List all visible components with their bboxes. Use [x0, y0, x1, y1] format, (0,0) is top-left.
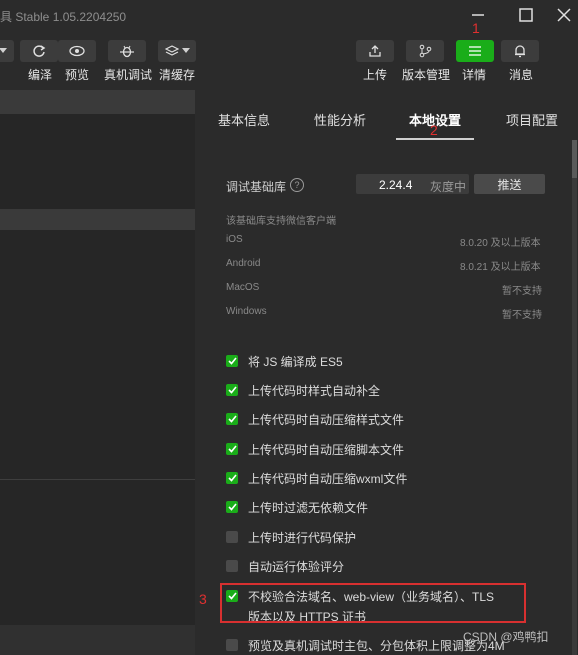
compile-label: 编泽 [28, 68, 53, 82]
setting-code-protect[interactable]: 上传时进行代码保护 [226, 529, 356, 545]
checkbox-unchecked[interactable] [226, 560, 238, 572]
checkmark-icon [227, 474, 237, 482]
active-tab-indicator [396, 138, 474, 140]
close-button[interactable] [553, 4, 575, 26]
checkbox-checked[interactable] [226, 501, 238, 513]
clear-cache-button[interactable] [158, 40, 196, 62]
compile-button[interactable] [20, 40, 58, 62]
bell-icon [515, 45, 525, 58]
messages-label: 消息 [509, 68, 534, 82]
layers-icon [164, 45, 179, 56]
eye-icon [69, 45, 85, 57]
checkbox-checked[interactable] [226, 472, 238, 484]
annotation-1: 1 [472, 20, 480, 36]
checkbox-unchecked[interactable] [226, 531, 238, 543]
base-lib-version: 2.24.4 [379, 178, 413, 192]
base-lib-label: 调试基础库 [226, 180, 287, 194]
preview-label: 预览 [65, 68, 90, 82]
setting-minify-script[interactable]: 上传代码时自动压缩脚本文件 [226, 441, 404, 457]
checkbox-checked[interactable] [226, 384, 238, 396]
bug-icon [120, 45, 134, 58]
setting-label: 上传时进行代码保护 [248, 530, 357, 545]
maximize-icon [519, 8, 533, 22]
checkbox-checked[interactable] [226, 443, 238, 455]
remote-debug-button[interactable] [108, 40, 146, 62]
setting-filter-unused[interactable]: 上传时过滤无依赖文件 [226, 499, 368, 515]
clear-cache-label: 清缓存 [159, 68, 196, 82]
upload-button[interactable] [356, 40, 394, 62]
simulator-pane [0, 90, 195, 655]
left-divider [0, 479, 195, 480]
details-label: 详情 [462, 68, 487, 82]
setting-minify-wxml[interactable]: 上传代码时自动压缩wxml文件 [226, 470, 407, 486]
checkmark-icon [227, 445, 237, 453]
tab-basic-info[interactable]: 基本信息 [218, 110, 270, 129]
setting-label: 将 JS 编译成 ES5 [248, 354, 343, 369]
version-management-label: 版本管理 [402, 68, 451, 82]
checkbox-checked[interactable] [226, 413, 238, 425]
tab-project-config[interactable]: 项目配置 [506, 110, 558, 129]
version-management-button[interactable] [406, 40, 444, 62]
platform-name: iOS [226, 234, 243, 245]
help-icon[interactable]: ? [290, 178, 304, 192]
remote-debug-label: 真机调试 [104, 68, 153, 82]
setting-label: 上传代码时自动压缩wxml文件 [248, 471, 408, 486]
messages-button[interactable] [501, 40, 539, 62]
setting-es5[interactable]: 将 JS 编译成 ES5 [226, 353, 343, 369]
menu-icon [469, 46, 481, 56]
refresh-icon [33, 45, 46, 57]
base-lib-usage: 灰度中 [430, 180, 467, 194]
checkbox-unchecked[interactable] [226, 639, 238, 651]
left-selected-row[interactable] [0, 209, 195, 230]
platform-value: 暂不支持 [502, 286, 542, 297]
setting-minify-style[interactable]: 上传代码时自动压缩样式文件 [226, 411, 404, 427]
upload-icon [369, 45, 381, 57]
setting-style-autoprefix[interactable]: 上传代码时样式自动补全 [226, 382, 380, 398]
left-header-strip [0, 90, 195, 114]
setting-label: 上传时过滤无依赖文件 [248, 500, 369, 515]
left-bottom-strip [0, 625, 195, 655]
setting-label: 上传代码时自动压缩样式文件 [248, 412, 405, 427]
checkmark-icon [227, 386, 237, 394]
watermark: CSDN @鸡鸭扣 [463, 630, 549, 644]
highlight-box [220, 583, 526, 623]
platform-name: Android [226, 258, 261, 269]
scrollbar-thumb[interactable] [572, 140, 577, 178]
details-button[interactable] [456, 40, 494, 62]
platform-value: 8.0.20 及以上版本 [460, 238, 541, 249]
chevron-down-icon [181, 48, 190, 53]
maximize-button[interactable] [515, 4, 537, 26]
platform-value: 暂不支持 [502, 310, 542, 321]
annotation-2: 2 [430, 122, 438, 138]
scrollbar[interactable] [572, 140, 577, 655]
close-icon [557, 8, 571, 22]
chevron-down-icon [0, 48, 7, 53]
checkmark-icon [227, 415, 237, 423]
setting-label: 上传代码时样式自动补全 [248, 383, 381, 398]
annotation-3: 3 [199, 591, 207, 607]
setting-label: 自动运行体验评分 [248, 559, 345, 574]
preview-button[interactable] [58, 40, 96, 62]
platform-value: 8.0.21 及以上版本 [460, 262, 541, 273]
support-title: 该基础库支持微信客户端 [226, 216, 336, 227]
branch-icon [419, 44, 432, 58]
upload-label: 上传 [363, 68, 388, 82]
platform-name: MacOS [226, 282, 260, 293]
tab-performance[interactable]: 性能分析 [314, 110, 366, 129]
checkmark-icon [227, 357, 237, 365]
mode-dropdown-button[interactable] [0, 40, 14, 62]
platform-name: Windows [226, 306, 267, 317]
setting-label: 上传代码时自动压缩脚本文件 [248, 442, 405, 457]
checkmark-icon [227, 503, 237, 511]
setting-auto-audit[interactable]: 自动运行体验评分 [226, 558, 344, 574]
push-button[interactable]: 推送 [474, 174, 545, 194]
checkbox-checked[interactable] [226, 355, 238, 367]
window-title: 具 Stable 1.05.2204250 [0, 10, 127, 24]
